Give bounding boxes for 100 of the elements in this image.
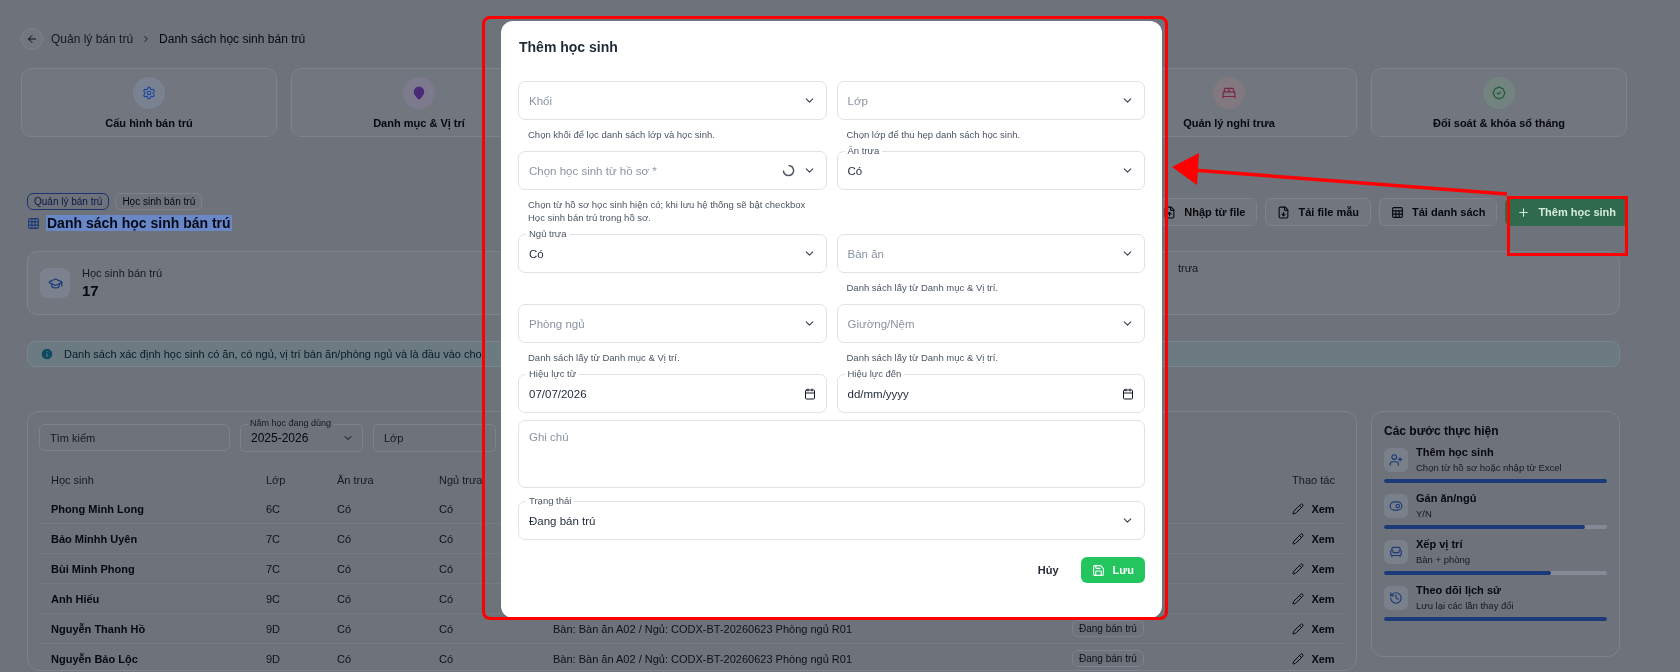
note-field[interactable]: Ghi chú [518, 420, 1145, 488]
pencil-icon [1292, 562, 1305, 575]
table-cell: 7C [266, 532, 281, 545]
field-label: Hiệu lực từ [526, 367, 580, 380]
view-button[interactable]: Xem [1292, 532, 1335, 545]
view-button[interactable]: Xem [1292, 622, 1335, 635]
status-badge: Đang bán trú [1072, 650, 1144, 667]
tag[interactable]: Quản lý bán trú [27, 193, 110, 210]
breadcrumb-current: Danh sách học sinh bán trú [159, 32, 306, 46]
table-cell: 6C [266, 502, 281, 515]
table-cell: 7C [266, 562, 281, 575]
graduate-icon [47, 275, 63, 291]
nav-card[interactable]: Cấu hình bán trú [21, 68, 277, 137]
step-title: Thêm học sinh [1416, 446, 1495, 458]
table-cell: 9D [266, 652, 281, 665]
status-badge: Đang bán trú [1072, 620, 1144, 637]
breadcrumb-link[interactable]: Quản lý bán trú [51, 32, 134, 46]
stat-label: Học sinh bán trú [82, 267, 163, 279]
info-text: Danh sách xác định học sinh có ăn, có ngủ, vị trí bàn ăn/phòng ngủ và là đầu vào cho [64, 348, 482, 360]
history-icon [1389, 590, 1403, 605]
pencil-icon [1292, 652, 1305, 665]
toolbar-button[interactable]: Tải danh sách [1379, 198, 1498, 226]
map-pin-icon [412, 85, 426, 100]
tag[interactable]: Học sinh bán trú [115, 193, 203, 210]
table-cell: Có [439, 622, 454, 635]
info-icon [40, 347, 54, 361]
back-arrow-icon [26, 33, 38, 45]
table-cell: Có [337, 652, 352, 665]
view-button[interactable]: Xem [1292, 592, 1335, 605]
calendar-icon [1122, 387, 1134, 400]
helper-text: Danh sách lấy từ Danh mục & Vị trí. [845, 281, 1000, 294]
save-button[interactable]: Lưu [1080, 557, 1145, 583]
student-name: Anh Hiếu [51, 592, 100, 605]
bed-icon [1222, 85, 1236, 100]
table-cell: Có [439, 592, 454, 605]
step-subtitle: Lưu lại các lần thay đổi [1416, 600, 1514, 611]
column-header: Lớp [266, 474, 286, 486]
helper-text: Danh sách lấy từ Danh mục & Vị trí. [845, 351, 1000, 364]
table-cell: Có [439, 502, 454, 515]
plus-icon [1517, 205, 1531, 219]
student-name: Phong Minh Long [51, 502, 144, 515]
steps-title: Các bước thực hiện [1384, 424, 1500, 438]
pencil-icon [1292, 502, 1305, 515]
page-title: Danh sách học sinh bán trú [46, 215, 232, 231]
grid-icon [27, 216, 40, 230]
field-label: Ngủ trưa [526, 227, 570, 240]
check-badge-icon [1492, 85, 1506, 100]
pencil-icon [1292, 532, 1305, 545]
table-cell: Có [439, 532, 454, 545]
table-cell: Có [439, 652, 454, 665]
pencil-icon [1292, 622, 1305, 635]
gear-icon [142, 85, 156, 100]
search-field[interactable]: Tìm kiếm [39, 424, 230, 451]
modal-title: Thêm học sinh [519, 39, 619, 55]
helper-text: Chọn từ hồ sơ học sinh hiện có; khi lưu hệ thống sẽ bật checkbox Học sinh bán trú trong hồ sơ. [527, 198, 807, 224]
field-label: Hiệu lực đến [844, 367, 905, 380]
calendar-icon [803, 387, 816, 400]
step-title: Gán ăn/ngủ [1416, 492, 1477, 504]
chair-icon [1389, 544, 1403, 559]
student-name: Bảo Minhh Uyên [51, 532, 138, 545]
column-header: Ngủ trưa [439, 474, 483, 486]
view-button[interactable]: Xem [1292, 562, 1335, 575]
step-title: Theo dõi lịch sử [1416, 584, 1502, 596]
file-download-icon [1277, 205, 1291, 219]
student-name: Bùi Minh Phong [51, 562, 135, 575]
save-icon [1091, 563, 1105, 577]
pencil-icon [1292, 592, 1305, 605]
column-header: Thao tác [1292, 474, 1335, 486]
add-user-icon [1389, 452, 1403, 467]
step-subtitle: Y/N [1416, 508, 1433, 519]
field-label: Trạng thái [526, 494, 575, 507]
toolbar-button[interactable]: Tải file mẫu [1265, 198, 1371, 226]
table-cell: Có [337, 532, 352, 545]
table-cell: Có [337, 592, 352, 605]
nav-card[interactable]: Đối soát & khóa sổ tháng [1371, 68, 1627, 137]
column-header: Học sinh [51, 474, 94, 486]
view-button[interactable]: Xem [1292, 502, 1335, 515]
table-cell: Bàn: Bàn ăn A02 / Ngủ: CODX-BT-20260623 Phòng ngủ R01 [553, 622, 853, 635]
table-cell: 9D [266, 622, 281, 635]
helper-text: Chọn lớp để thu hẹp danh sách học sinh. [845, 128, 1022, 141]
table-cell: 9C [266, 592, 281, 605]
student-name: Nguyễn Thanh Hồ [51, 622, 146, 635]
field-label: Ăn trưa [844, 144, 883, 157]
spreadsheet-icon [1391, 205, 1404, 219]
table-cell: Có [337, 562, 352, 575]
view-button[interactable]: Xem [1292, 652, 1335, 665]
step-title: Xếp vị trí [1416, 538, 1464, 550]
table-cell: Bàn: Bàn ăn A02 / Ngủ: CODX-BT-20260623 Phòng ngủ R01 [553, 652, 853, 665]
student-name: Nguyễn Bảo Lộc [51, 652, 138, 665]
step-subtitle: Bàn + phòng [1416, 554, 1471, 565]
table-cell: Có [337, 502, 352, 515]
toggle-icon [1389, 498, 1403, 513]
step-subtitle: Chọn từ hồ sơ hoặc nhập từ Excel [1416, 462, 1562, 473]
stat-label: trưa [1178, 262, 1199, 274]
table-cell: Có [337, 622, 352, 635]
cancel-button[interactable]: Hủy [1029, 558, 1067, 582]
column-header: Ăn trưa [337, 474, 374, 486]
table-cell: Có [439, 562, 454, 575]
back-button[interactable] [21, 28, 43, 50]
helper-text: Danh sách lấy từ Danh mục & Vị trí. [527, 351, 681, 364]
